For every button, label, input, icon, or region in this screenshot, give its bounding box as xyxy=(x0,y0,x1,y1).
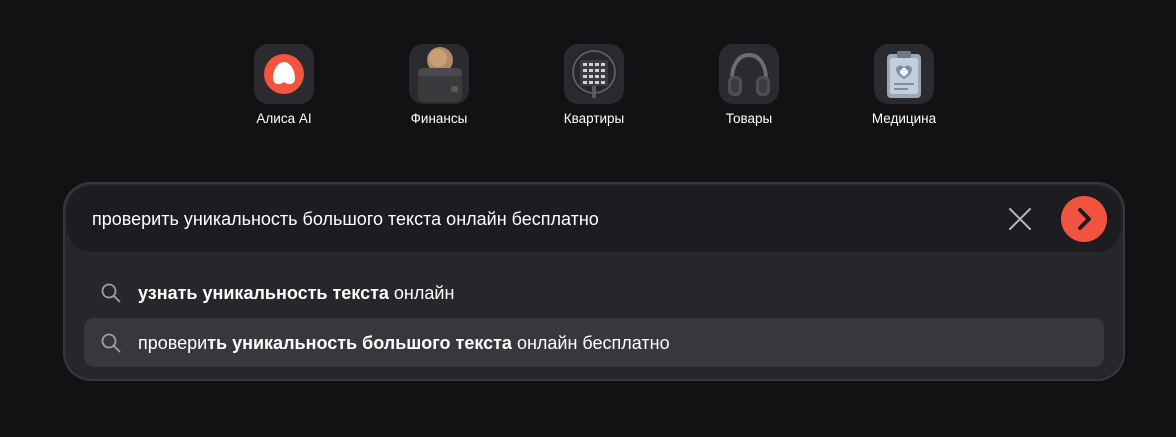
service-label: Квартиры xyxy=(563,111,625,126)
services-row: Алиса AI Финансы Квартиры Товары Медицин… xyxy=(0,44,1176,134)
wallet-icon xyxy=(409,44,469,104)
suggestion-text: проверить уникальность большого текста о… xyxy=(138,333,670,353)
service-label: Финансы xyxy=(410,111,468,126)
service-apartments[interactable]: Квартиры xyxy=(534,44,654,134)
search-input[interactable] xyxy=(92,204,992,234)
suggestion-item-active[interactable]: проверить уникальность большого текста о… xyxy=(84,318,1104,367)
headphones-icon xyxy=(719,44,779,104)
service-label: Товары xyxy=(725,111,773,126)
clear-button[interactable] xyxy=(1005,204,1035,234)
service-goods[interactable]: Товары xyxy=(689,44,809,134)
chevron-right-icon xyxy=(1078,208,1091,230)
medical-clipboard-icon xyxy=(874,44,934,104)
suggestions-list: узнать уникальность текста онлайн провер… xyxy=(84,268,1104,368)
search-icon xyxy=(101,283,121,303)
service-alice[interactable]: Алиса AI xyxy=(224,44,344,134)
service-label: Медицина xyxy=(871,111,937,126)
suggestion-text: узнать уникальность текста онлайн xyxy=(138,283,455,303)
service-medicine[interactable]: Медицина xyxy=(844,44,964,134)
alice-icon xyxy=(254,44,314,104)
search-block: узнать уникальность текста онлайн провер… xyxy=(63,182,1125,381)
search-bar xyxy=(67,186,1121,252)
suggestion-item[interactable]: узнать уникальность текста онлайн xyxy=(84,268,1104,317)
search-icon xyxy=(101,333,121,353)
service-finance[interactable]: Финансы xyxy=(379,44,499,134)
close-icon xyxy=(1009,208,1031,230)
service-label: Алиса AI xyxy=(256,111,312,126)
search-submit-button[interactable] xyxy=(1061,196,1107,242)
page: Алиса AI Финансы Квартиры Товары Медицин… xyxy=(0,0,1176,437)
building-icon xyxy=(564,44,624,104)
